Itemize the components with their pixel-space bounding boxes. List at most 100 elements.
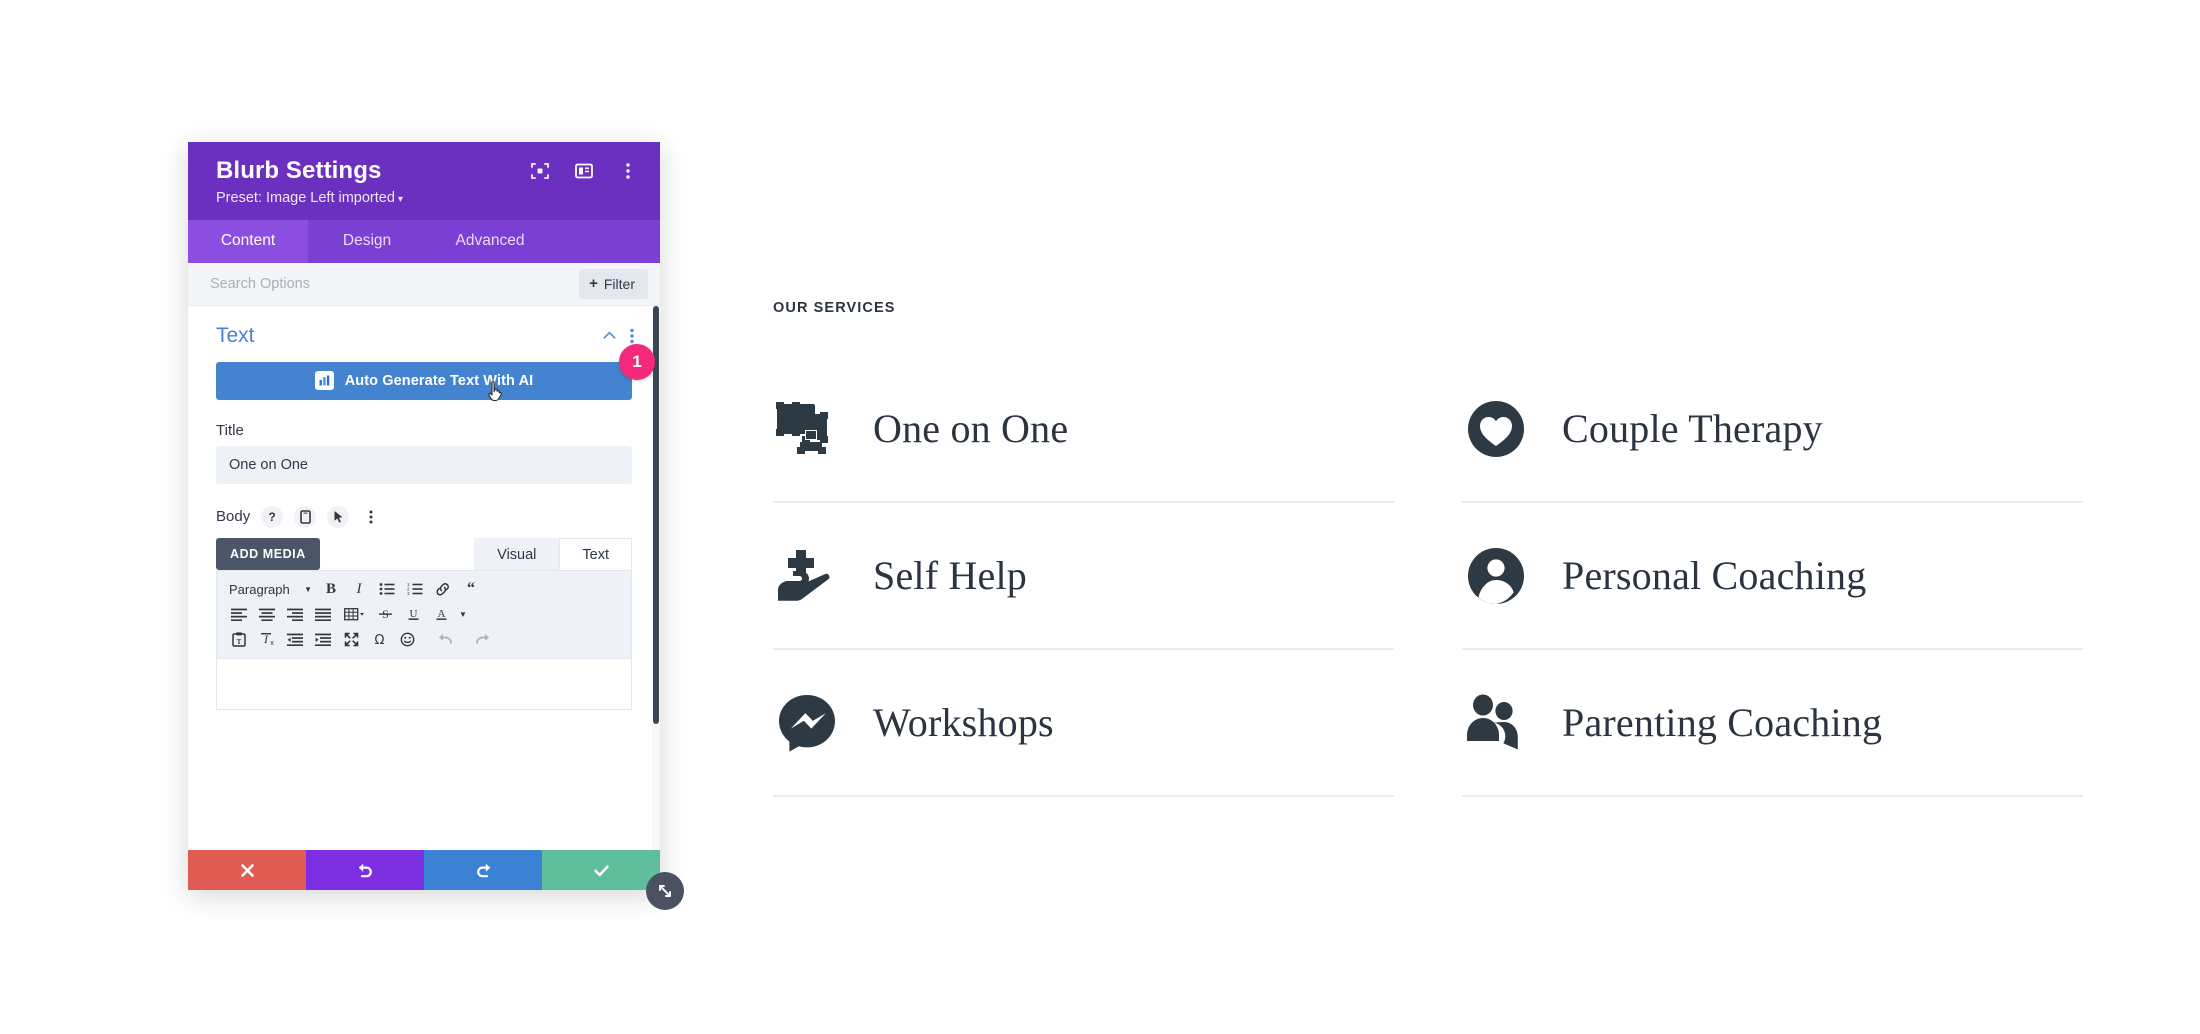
service-label: Self Help (873, 553, 1027, 598)
service-item[interactable]: Personal Coaching (1462, 503, 2083, 650)
panel-body: Text Auto Generate Text With AI 1 Title … (188, 305, 660, 850)
emoji-icon[interactable] (393, 627, 421, 652)
preset-selector[interactable]: Preset: Image Left imported ▾ (216, 190, 638, 206)
tab-content[interactable]: Content (188, 219, 308, 263)
tab-advanced[interactable]: Advanced (426, 220, 554, 263)
panel-header: Blurb Settings Preset: Image Left import… (188, 142, 660, 220)
svg-text:U: U (409, 608, 417, 620)
service-item[interactable]: Parenting Coaching (1462, 650, 2083, 797)
title-field-label: Title (216, 421, 244, 439)
filter-button[interactable]: + Filter (579, 268, 648, 299)
service-label: Workshops (873, 700, 1054, 745)
chevron-down-icon: ▼ (304, 584, 312, 594)
body-field-label: Body (216, 508, 251, 526)
text-color-icon[interactable]: A (427, 602, 455, 627)
svg-text:3: 3 (407, 592, 410, 597)
editor-mode-tabs: Visual Text (474, 537, 632, 570)
bold-icon[interactable]: B (317, 577, 345, 602)
chevron-down-icon: ▾ (397, 193, 403, 205)
resize-diagonal-icon (659, 885, 671, 897)
paste-as-text-icon[interactable]: T (225, 627, 253, 652)
service-item[interactable]: One on One (773, 356, 1394, 503)
focus-icon[interactable] (530, 161, 550, 181)
bulleted-list-icon[interactable] (373, 577, 401, 602)
align-justify-icon[interactable] (309, 602, 337, 627)
body-menu-icon[interactable] (360, 506, 382, 528)
undo-icon[interactable] (431, 627, 459, 652)
svg-text:?: ? (269, 510, 276, 524)
format-select[interactable]: Paragraph ▼ (225, 577, 317, 602)
person-circle-icon (1462, 547, 1530, 605)
blockquote-icon[interactable]: “ (457, 577, 485, 602)
search-input[interactable] (210, 275, 450, 292)
text-color-dropdown-icon[interactable]: ▼ (455, 602, 471, 627)
strikethrough-icon[interactable]: S (371, 602, 399, 627)
services-grid: One on One Self Help Workshops Couple Th… (773, 356, 2083, 797)
svg-text:A: A (437, 608, 445, 620)
tab-visual[interactable]: Visual (474, 537, 560, 570)
svg-text:Ω: Ω (374, 633, 384, 647)
underline-icon[interactable]: U (399, 602, 427, 627)
cancel-button[interactable] (188, 850, 306, 890)
title-input[interactable] (216, 445, 632, 484)
align-right-icon[interactable] (281, 602, 309, 627)
search-bar: + Filter (188, 262, 660, 306)
undo-arrow-icon (358, 863, 372, 877)
two-people-icon (1462, 694, 1530, 752)
resize-handle[interactable] (646, 872, 684, 910)
more-options-icon[interactable] (618, 161, 638, 181)
ai-generate-wrapper: Auto Generate Text With AI 1 (188, 343, 660, 401)
italic-icon[interactable]: I (345, 577, 373, 602)
clear-formatting-icon[interactable]: Ix (253, 627, 281, 652)
outdent-icon[interactable] (281, 627, 309, 652)
header-icon-group (530, 161, 638, 181)
undo-button[interactable] (306, 850, 424, 890)
chevron-up-icon[interactable] (602, 328, 617, 343)
step-badge-1: 1 (619, 343, 655, 380)
filter-button-label: Filter (603, 275, 635, 292)
services-right-column: Couple Therapy Personal Coaching Parenti… (1462, 356, 2083, 797)
help-icon[interactable]: ? (261, 505, 284, 528)
table-icon[interactable] (337, 602, 371, 627)
add-media-button[interactable]: ADD MEDIA (216, 537, 320, 570)
tab-design[interactable]: Design (308, 220, 426, 263)
link-icon[interactable] (429, 577, 457, 602)
align-center-icon[interactable] (253, 602, 281, 627)
cursor-icon[interactable] (327, 505, 350, 528)
toolbar-row-1: Paragraph ▼ B I 123 “ (225, 577, 625, 602)
format-select-value: Paragraph (229, 581, 290, 597)
editor-toolbar: Paragraph ▼ B I 123 “ S U A ▼ T I x Ω (216, 569, 632, 658)
service-item[interactable]: Workshops (773, 650, 1394, 797)
editor-content-area[interactable] (216, 657, 632, 710)
services-section: OUR SERVICES One on One Self Help Worksh… (773, 300, 2083, 797)
fullscreen-icon[interactable] (337, 627, 365, 652)
service-label: Personal Coaching (1562, 553, 1867, 598)
tab-text[interactable]: Text (559, 537, 632, 570)
blurb-settings-panel: Blurb Settings Preset: Image Left import… (188, 142, 684, 910)
film-clapper-icon (773, 400, 841, 458)
redo-icon[interactable] (469, 627, 497, 652)
messenger-chat-icon (773, 694, 841, 752)
layout-panel-icon[interactable] (574, 161, 594, 181)
special-character-icon[interactable]: Ω (365, 627, 393, 652)
mouse-cursor-pointer-icon (488, 380, 502, 401)
save-button[interactable] (542, 850, 660, 890)
numbered-list-icon[interactable]: 123 (401, 577, 429, 602)
heart-circle-icon (1462, 400, 1530, 458)
editor-top-bar: ADD MEDIA Visual Text (216, 537, 632, 570)
auto-generate-text-ai-button[interactable]: Auto Generate Text With AI (216, 361, 632, 400)
redo-arrow-icon (476, 863, 490, 877)
mobile-icon[interactable] (294, 505, 317, 528)
indent-icon[interactable] (309, 627, 337, 652)
section-title-text: Text (216, 323, 255, 347)
align-left-icon[interactable] (225, 602, 253, 627)
section-controls (602, 328, 634, 344)
hand-plus-icon (773, 548, 841, 604)
redo-button[interactable] (424, 850, 542, 890)
section-menu-icon[interactable] (630, 328, 634, 344)
service-item[interactable]: Couple Therapy (1462, 356, 2083, 503)
service-item[interactable]: Self Help (773, 503, 1394, 650)
panel-footer (188, 850, 660, 890)
services-eyebrow-label: OUR SERVICES (773, 300, 896, 316)
service-label: One on One (873, 406, 1069, 451)
